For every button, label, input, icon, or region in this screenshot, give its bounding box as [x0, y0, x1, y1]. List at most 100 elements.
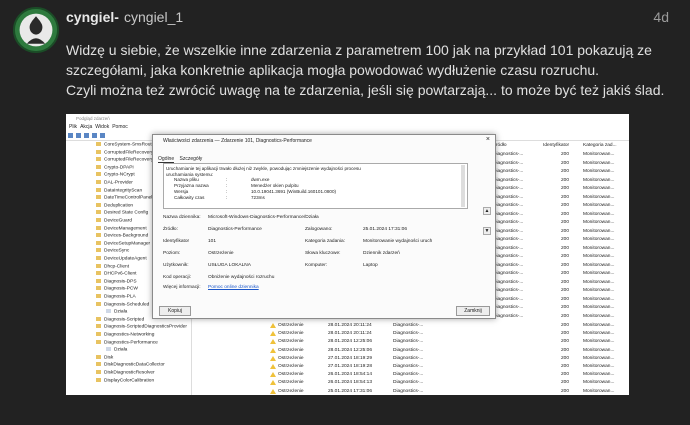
tree-item-label: CorruptedFileRecovery: [104, 157, 154, 163]
menu-item[interactable]: Widok: [95, 123, 109, 131]
tree-item[interactable]: DHCPv6-Client: [96, 271, 137, 276]
tree-item-label: Disk: [104, 355, 114, 361]
cell-date: 28.01.2024 20:11:24: [328, 331, 372, 337]
table-row[interactable]: Ostrzeżenie 25.01.2024 17:31:06 Diagnostic…: [193, 388, 629, 395]
post-body: Widzę u siebie, że wszelkie inne zdarzen…: [66, 40, 676, 100]
cell-id: 200: [561, 355, 570, 361]
desc-scrollbar[interactable]: [461, 165, 465, 207]
tree-item[interactable]: DeviceSync: [96, 248, 130, 254]
tree-item[interactable]: DataIntegrityScan: [96, 187, 142, 193]
tree-item-label: Diagnostics-Performance: [104, 339, 158, 345]
cell-id: 200: [561, 228, 570, 234]
tree-item[interactable]: Działa: [106, 347, 127, 352]
up-arrow-icon[interactable]: ▲: [483, 207, 491, 215]
copy-button[interactable]: Kopiuj: [159, 306, 191, 316]
tree-item[interactable]: Disk: [96, 354, 114, 361]
tree-item[interactable]: Diagnosis-Scripted: [96, 316, 145, 323]
menu-item[interactable]: Pomoc: [112, 123, 128, 131]
close-icon[interactable]: ×: [486, 136, 490, 143]
cell-src: Diagnostics-...: [493, 288, 524, 293]
tree-item[interactable]: CorruptedFileRecovery: [96, 149, 153, 155]
tree-item[interactable]: Diagnostics-Networking: [96, 332, 154, 337]
tree-item-label: Diagnosis-ScriptedDiagnosticsProvider: [104, 324, 187, 330]
tree-item[interactable]: Diagnosis-DPS: [96, 278, 137, 284]
cell-id: 200: [561, 380, 570, 386]
tree-item[interactable]: Crypto-DPAPI: [96, 164, 134, 170]
tree-item[interactable]: Diagnosis-PLA: [96, 294, 136, 299]
cell-cat: Monitorowan...: [583, 211, 615, 217]
tree-item-label: DeviceGuard: [104, 218, 132, 224]
tab-general[interactable]: Ogólne: [158, 156, 175, 163]
tree-item[interactable]: Crypto-NCrypt: [96, 172, 135, 178]
tree-item[interactable]: DeviceManagement: [96, 225, 147, 231]
cell-src: Diagnostics-...: [393, 380, 424, 386]
cell-cat: Monitorowan...: [583, 254, 615, 259]
cell-cat: Monitorowan...: [583, 160, 615, 166]
cell-cat: Monitorowan...: [583, 288, 615, 293]
tree-item[interactable]: DateTimeControlPanel: [96, 195, 152, 200]
cell-id: 200: [561, 388, 570, 394]
tree-item-label: DeviceSync: [104, 248, 130, 254]
cell-cat: Monitorowan...: [583, 323, 615, 328]
tree-item[interactable]: Diagnosis-ScriptedDiagnosticsProvider: [96, 324, 187, 330]
menu-item[interactable]: Akcja: [80, 123, 92, 131]
col-category: Kategoria zad...: [583, 143, 617, 148]
cell-lvl: Ostrzeżenie: [278, 323, 304, 328]
cell-id: 200: [561, 323, 570, 328]
avatar[interactable]: [13, 7, 59, 53]
tree-item[interactable]: DeviceUpdateAgent: [96, 256, 147, 261]
cell-cat: Monitorowan...: [583, 262, 615, 268]
folder-icon: [96, 164, 101, 169]
cell-id: 200: [561, 339, 570, 345]
tree-item-label: Diagnostics-Networking: [104, 332, 155, 338]
cell-date: 26.01.2024 18:54:13: [328, 380, 373, 386]
down-arrow-icon[interactable]: ▼: [483, 227, 491, 235]
value-keywords: Dziennik zdarzeń: [363, 251, 400, 256]
tab-details[interactable]: Szczegóły: [180, 156, 203, 162]
tree-item[interactable]: DisplayColorCalibration: [96, 377, 154, 383]
tree-item[interactable]: Działa: [106, 309, 127, 314]
tree-item[interactable]: Diagnostics-Performance: [96, 339, 158, 345]
cell-src: Diagnostics-...: [393, 372, 424, 378]
tree-item[interactable]: CorruptedFileRecovery: [96, 157, 153, 162]
cell-src: Diagnostics-...: [493, 271, 524, 276]
cell-src: Diagnostics-...: [393, 323, 424, 328]
tree-item[interactable]: Diagnosis-Scheduled: [96, 301, 149, 307]
cell-cat: Monitorowan...: [583, 380, 615, 386]
label-logged: Zalogowano:: [305, 227, 333, 232]
cell-cat: Monitorowan...: [583, 169, 615, 174]
tree-item[interactable]: DeviceSetupManager: [96, 240, 150, 246]
desc-value: 10.0.19041.3691 (WinBuild.160101.0800): [251, 189, 337, 194]
tree-item[interactable]: DAL-Provider: [96, 180, 133, 185]
cell-id: 200: [561, 305, 570, 310]
close-button[interactable]: Zamknij: [456, 306, 490, 316]
tree-item[interactable]: DeviceGuard: [96, 218, 132, 223]
tree-item[interactable]: Devices-Background: [96, 233, 148, 238]
menu-item[interactable]: Plik: [69, 123, 77, 131]
tree-item[interactable]: DiskDiagnosticDataCollector: [96, 362, 165, 368]
tree-item[interactable]: Deduplication: [96, 202, 134, 209]
tree-item[interactable]: Diagnosis-PCW: [96, 286, 138, 292]
warning-icon: [270, 372, 276, 378]
cell-src: Diagnostics-...: [493, 279, 524, 285]
post-age[interactable]: 4d: [653, 9, 669, 25]
help-online-link[interactable]: Pomoc online dziennika: [208, 285, 259, 290]
desc-key: Nazwa pliku: [174, 177, 199, 182]
event-viewer-screenshot[interactable]: Podgląd zdarzeń Plik Akcja Widok Pomoc Core…: [66, 114, 629, 395]
tree-item[interactable]: CoreSystem-SmsRouter: [96, 142, 156, 147]
tree-item[interactable]: DiskDiagnosticResolver: [96, 370, 155, 375]
cell-src: Diagnostics-...: [493, 169, 524, 174]
tree-item[interactable]: Dhcp-Client: [96, 263, 129, 269]
forward-icon: [76, 133, 81, 138]
cell-cat: Monitorowan...: [583, 245, 615, 251]
cell-id: 200: [561, 245, 570, 251]
folder-icon: [96, 218, 101, 222]
tree-item-label: Deduplication: [104, 203, 134, 209]
cell-id: 200: [561, 296, 570, 302]
username[interactable]: cyngiel-: [66, 9, 119, 25]
tree-item[interactable]: Desired State Config: [96, 210, 148, 216]
warning-icon: [270, 347, 276, 353]
window-titlebar: Podgląd zdarzeń: [66, 114, 629, 123]
label-user: Użytkownik:: [163, 263, 189, 268]
tree-item-label: Diagnosis-Scripted: [104, 317, 145, 323]
